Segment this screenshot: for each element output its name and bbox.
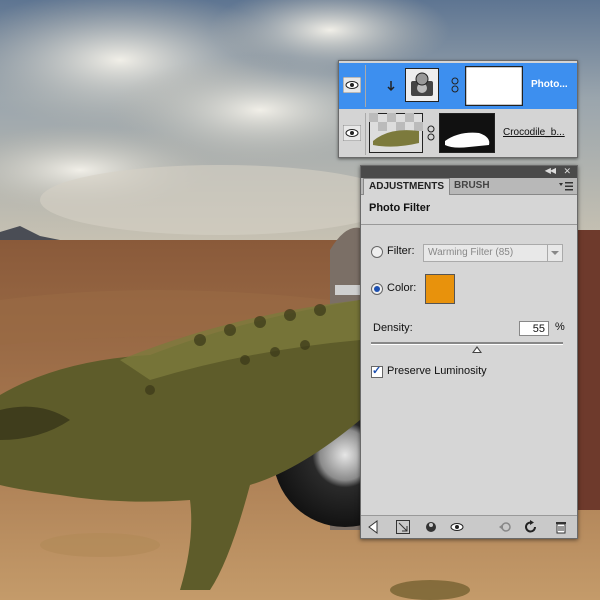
layer-row-photo-filter[interactable]: Photo... xyxy=(339,63,577,109)
checkmark-icon: ✓ xyxy=(372,365,382,377)
previous-state-icon[interactable] xyxy=(497,519,513,535)
color-swatch[interactable] xyxy=(425,274,455,304)
trash-icon[interactable] xyxy=(553,519,569,535)
crocodile-layer-thumbnail xyxy=(369,113,423,153)
crocodile-mask-thumbnail[interactable] xyxy=(439,113,495,153)
preserve-luminosity-label: Preserve Luminosity xyxy=(387,365,487,377)
link-icon[interactable] xyxy=(427,125,435,141)
layer-separator xyxy=(365,65,366,107)
color-label: Color: xyxy=(387,282,417,294)
clip-to-layer-icon[interactable] xyxy=(423,519,439,535)
color-radio[interactable] xyxy=(371,283,383,295)
filter-label: Filter: xyxy=(387,245,415,257)
clip-arrow-icon xyxy=(387,81,395,92)
expand-view-icon[interactable] xyxy=(395,519,411,535)
layer-separator xyxy=(365,113,366,155)
panel-titlebar: ◀◀ ✕ xyxy=(361,166,577,178)
panel-menu-icon[interactable] xyxy=(559,181,573,191)
white-mask-thumbnail[interactable] xyxy=(465,66,523,106)
preserve-luminosity-checkbox[interactable]: ✓ xyxy=(371,365,383,378)
density-label: Density: xyxy=(373,322,413,334)
layer-name[interactable]: Crocodile_b... xyxy=(503,127,573,138)
panel-footer xyxy=(361,515,577,538)
back-arrow-icon[interactable] xyxy=(367,519,383,535)
panel-title: Photo Filter xyxy=(369,202,431,214)
filter-dropdown-value: Warming Filter (85) xyxy=(428,247,514,258)
reset-icon[interactable] xyxy=(523,519,539,535)
chevron-down-icon xyxy=(547,245,559,261)
visibility-eye-icon[interactable] xyxy=(343,125,361,141)
layer-row-crocodile[interactable]: Crocodile_b... xyxy=(339,111,577,157)
density-slider-track[interactable] xyxy=(371,342,563,345)
filter-dropdown[interactable]: Warming Filter (85) xyxy=(423,244,563,262)
collapse-arrows-icon[interactable]: ◀◀ xyxy=(545,166,556,175)
tab-adjustments[interactable]: ADJUSTMENTS xyxy=(363,178,451,195)
close-icon[interactable]: ✕ xyxy=(563,166,571,177)
layer-name[interactable]: Photo... xyxy=(531,79,575,90)
tab-brush[interactable]: BRUSH xyxy=(449,178,495,194)
link-icon[interactable] xyxy=(451,77,459,93)
density-slider-thumb[interactable] xyxy=(471,346,482,353)
filter-radio[interactable] xyxy=(371,246,383,258)
divider xyxy=(361,224,577,225)
tab-bar: ADJUSTMENTS BRUSH xyxy=(361,178,577,195)
layers-panel: Photo... Crocodile_b... xyxy=(338,60,578,158)
adjustments-panel: ◀◀ ✕ ADJUSTMENTS BRUSH Photo Filter Filt… xyxy=(360,165,578,539)
visibility-eye-icon[interactable] xyxy=(343,77,361,93)
density-input[interactable]: 55 xyxy=(519,321,549,336)
density-unit: % xyxy=(555,321,565,333)
photo-filter-adjustment-icon xyxy=(405,68,439,102)
visibility-eye-icon[interactable] xyxy=(449,519,465,535)
